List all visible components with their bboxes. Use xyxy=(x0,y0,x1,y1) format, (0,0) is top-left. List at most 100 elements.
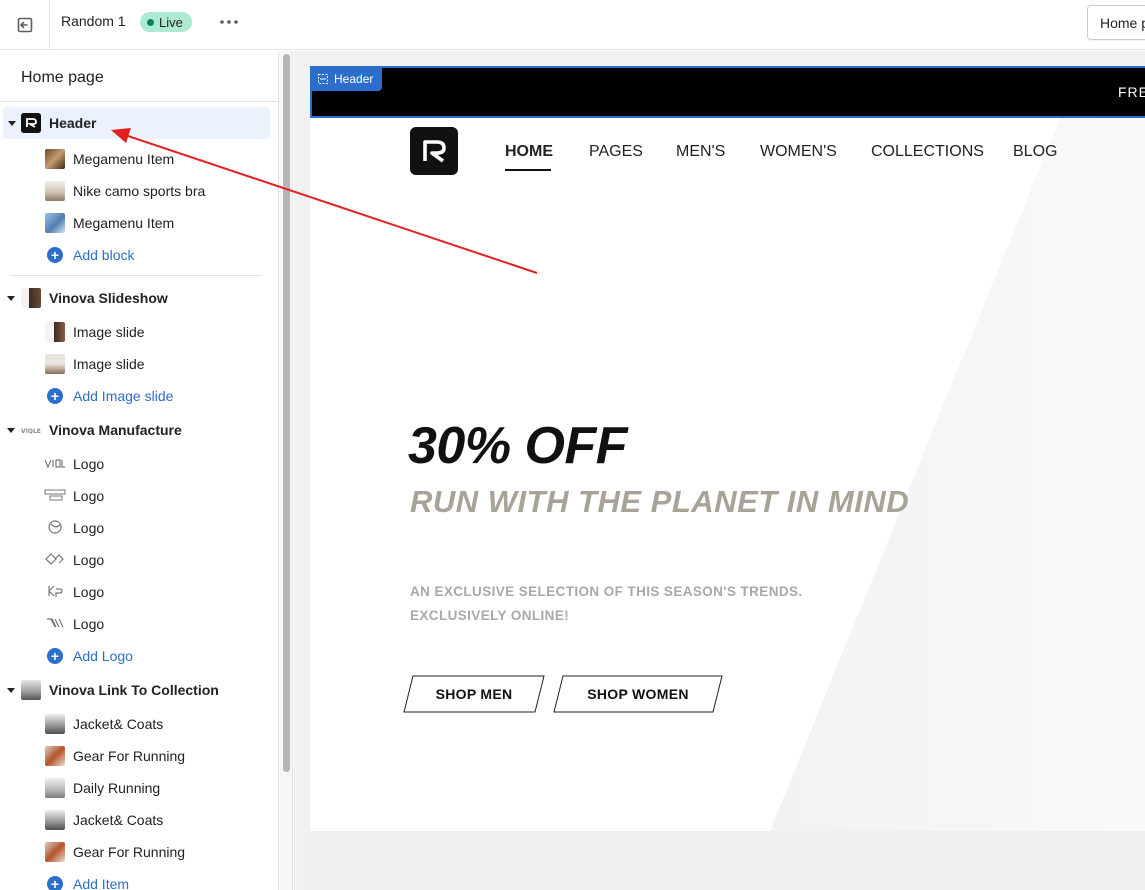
store-preview: FRE Header HOME PAGES MEN'S WOMEN'S COLL… xyxy=(310,66,1145,890)
divider xyxy=(0,101,278,102)
collection-section-icon xyxy=(21,680,41,700)
block-thumbnail xyxy=(45,746,65,766)
more-actions-button[interactable] xyxy=(216,10,242,34)
sidebar: Home page Header Megamenu Item Nike camo… xyxy=(0,51,279,890)
slideshow-section-icon xyxy=(21,288,41,308)
top-bar: Random 1 Live Home page xyxy=(0,0,1145,50)
add-logo-button[interactable]: + Add Logo xyxy=(0,640,278,672)
logo-icon xyxy=(423,140,446,163)
exit-icon xyxy=(17,17,32,33)
block-label: Logo xyxy=(73,456,105,472)
section-label: Vinova Manufacture xyxy=(49,422,182,438)
block-item[interactable]: Jacket& Coats xyxy=(0,708,278,740)
hero-headline: 30% OFF xyxy=(408,417,628,475)
section-vinova-slideshow[interactable]: Vinova Slideshow xyxy=(0,282,278,314)
section-label: Vinova Slideshow xyxy=(49,290,168,306)
nav-pages[interactable]: PAGES xyxy=(589,143,643,161)
nav-blog[interactable]: BLOG xyxy=(1013,143,1057,161)
caret-down-icon[interactable] xyxy=(8,120,16,126)
nav-active-underline xyxy=(505,169,551,171)
block-item[interactable]: Megamenu Item xyxy=(0,143,278,175)
block-label: Nike camo sports bra xyxy=(73,183,206,199)
block-label: Jacket& Coats xyxy=(73,716,164,732)
block-thumbnail xyxy=(45,354,65,374)
logo-thumbnail xyxy=(46,519,64,535)
logo-thumbnail xyxy=(44,456,66,470)
block-label: Logo xyxy=(73,552,105,568)
shop-men-label: SHOP MEN xyxy=(435,686,513,702)
theme-name: Random 1 xyxy=(61,13,126,29)
block-item[interactable]: Gear For Running xyxy=(0,836,278,868)
block-item[interactable]: Logo xyxy=(0,544,278,576)
live-dot-icon xyxy=(147,18,154,26)
block-item[interactable]: Daily Running xyxy=(0,772,278,804)
section-vinova-link-to-collection[interactable]: Vinova Link To Collection xyxy=(0,674,278,706)
scrollbar-thumb[interactable] xyxy=(283,54,290,772)
announcement-text: FRE xyxy=(1118,84,1145,100)
shop-women-label: SHOP WOMEN xyxy=(587,686,689,702)
block-item[interactable]: Megamenu Item xyxy=(0,207,278,239)
block-label: Logo xyxy=(73,488,105,504)
nav-womens[interactable]: WOMEN'S xyxy=(760,143,837,161)
block-thumbnail xyxy=(45,714,65,734)
manufacture-section-icon: VIQLE xyxy=(21,422,43,435)
hero-subheadline: RUN WITH THE PLANET IN MIND xyxy=(410,484,910,519)
add-block-label: Add Image slide xyxy=(73,388,174,404)
block-item[interactable]: Logo xyxy=(0,608,278,640)
plus-icon: + xyxy=(47,388,63,404)
more-icon xyxy=(220,20,238,24)
add-block-button[interactable]: + Add block xyxy=(0,239,278,271)
section-header[interactable]: Header xyxy=(3,107,270,139)
block-item[interactable]: Gear For Running xyxy=(0,740,278,772)
add-item-button[interactable]: + Add Item xyxy=(0,868,278,890)
nav-mens[interactable]: MEN'S xyxy=(676,143,725,161)
divider xyxy=(10,275,262,276)
block-item[interactable]: Image slide xyxy=(0,316,278,348)
add-block-label: Add Logo xyxy=(73,648,133,664)
plus-icon: + xyxy=(47,648,63,664)
block-thumbnail xyxy=(45,181,65,201)
block-label: Logo xyxy=(73,520,105,536)
sidebar-scrollbar[interactable] xyxy=(279,51,293,890)
svg-text:VIQLE: VIQLE xyxy=(21,428,41,435)
section-tag-label: Header xyxy=(334,71,374,86)
add-image-slide-button[interactable]: + Add Image slide xyxy=(0,380,278,412)
block-item[interactable]: Jacket& Coats xyxy=(0,804,278,836)
preview-pane: FRE Header HOME PAGES MEN'S WOMEN'S COLL… xyxy=(294,51,1145,890)
block-item[interactable]: Logo xyxy=(0,576,278,608)
block-label: Image slide xyxy=(73,324,145,340)
header-section-icon xyxy=(21,113,41,133)
sidebar-title: Home page xyxy=(21,69,104,86)
caret-down-icon[interactable] xyxy=(7,296,15,301)
nav-collections[interactable]: COLLECTIONS xyxy=(871,143,984,161)
store-logo[interactable] xyxy=(410,127,458,175)
logo-thumbnail xyxy=(45,552,65,566)
status-badge-label: Live xyxy=(159,14,183,30)
block-thumbnail xyxy=(45,778,65,798)
block-item[interactable]: Nike camo sports bra xyxy=(0,175,278,207)
next-section-preview xyxy=(310,831,1145,890)
logo-thumbnail xyxy=(46,616,64,630)
selected-section-tag: Header xyxy=(310,66,383,91)
block-label: Gear For Running xyxy=(73,844,186,860)
caret-down-icon[interactable] xyxy=(7,428,15,433)
block-item[interactable]: Logo xyxy=(0,512,278,544)
block-label: Daily Running xyxy=(73,780,161,796)
block-item[interactable]: Logo xyxy=(0,480,278,512)
exit-button[interactable] xyxy=(0,0,50,50)
shop-women-button[interactable]: SHOP WOMEN xyxy=(553,675,723,713)
page-selector[interactable]: Home page xyxy=(1087,5,1145,40)
plus-icon: + xyxy=(47,876,63,890)
block-label: Megamenu Item xyxy=(73,215,175,231)
caret-down-icon[interactable] xyxy=(7,688,15,693)
hero-description-line: EXCLUSIVELY ONLINE! xyxy=(410,608,570,623)
block-item[interactable]: Logo xyxy=(0,448,278,480)
section-vinova-manufacture[interactable]: VIQLE Vinova Manufacture xyxy=(0,414,278,446)
block-thumbnail xyxy=(45,842,65,862)
block-thumbnail xyxy=(45,322,65,342)
announcement-bar[interactable]: FRE xyxy=(310,66,1145,118)
block-item[interactable]: Image slide xyxy=(0,348,278,380)
nav-home[interactable]: HOME xyxy=(505,143,553,161)
shop-men-button[interactable]: SHOP MEN xyxy=(403,675,545,713)
status-badge: Live xyxy=(140,12,192,32)
